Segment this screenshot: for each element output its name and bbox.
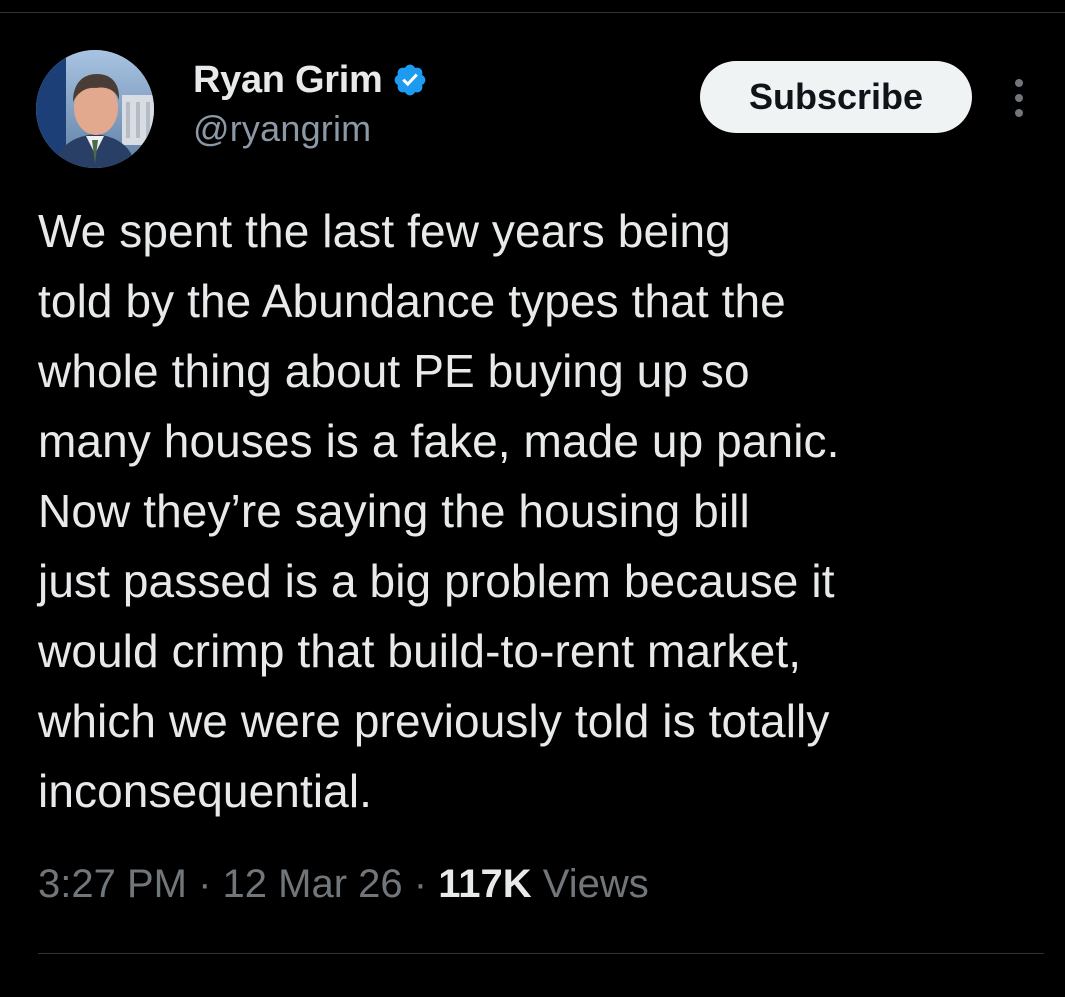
author-name[interactable]: Ryan Grim [193, 59, 383, 102]
views-label[interactable]: Views [543, 862, 649, 907]
avatar-image [36, 50, 154, 168]
tweet-meta: 3:27 PM · 12 Mar 26 · 117K Views [38, 862, 649, 907]
views-count[interactable]: 117K [438, 862, 531, 907]
author-handle[interactable]: @ryangrim [193, 108, 428, 150]
tweet-date[interactable]: 12 Mar 26 [223, 862, 403, 907]
name-row: Ryan Grim [193, 56, 428, 104]
meta-separator: · [413, 862, 428, 906]
avatar[interactable] [36, 50, 154, 168]
tweet-header: Ryan Grim @ryangrim Subscribe [36, 50, 1036, 170]
author-block: Ryan Grim @ryangrim [193, 56, 428, 150]
top-divider [0, 12, 1065, 13]
tweet-time[interactable]: 3:27 PM [38, 862, 187, 907]
meta-separator: · [198, 862, 212, 906]
verified-badge-icon[interactable] [392, 62, 428, 98]
more-options-icon[interactable] [1004, 76, 1034, 120]
bottom-divider [38, 953, 1044, 954]
tweet-text: We spent the last few years being told b… [38, 205, 840, 817]
subscribe-button[interactable]: Subscribe [700, 61, 972, 133]
